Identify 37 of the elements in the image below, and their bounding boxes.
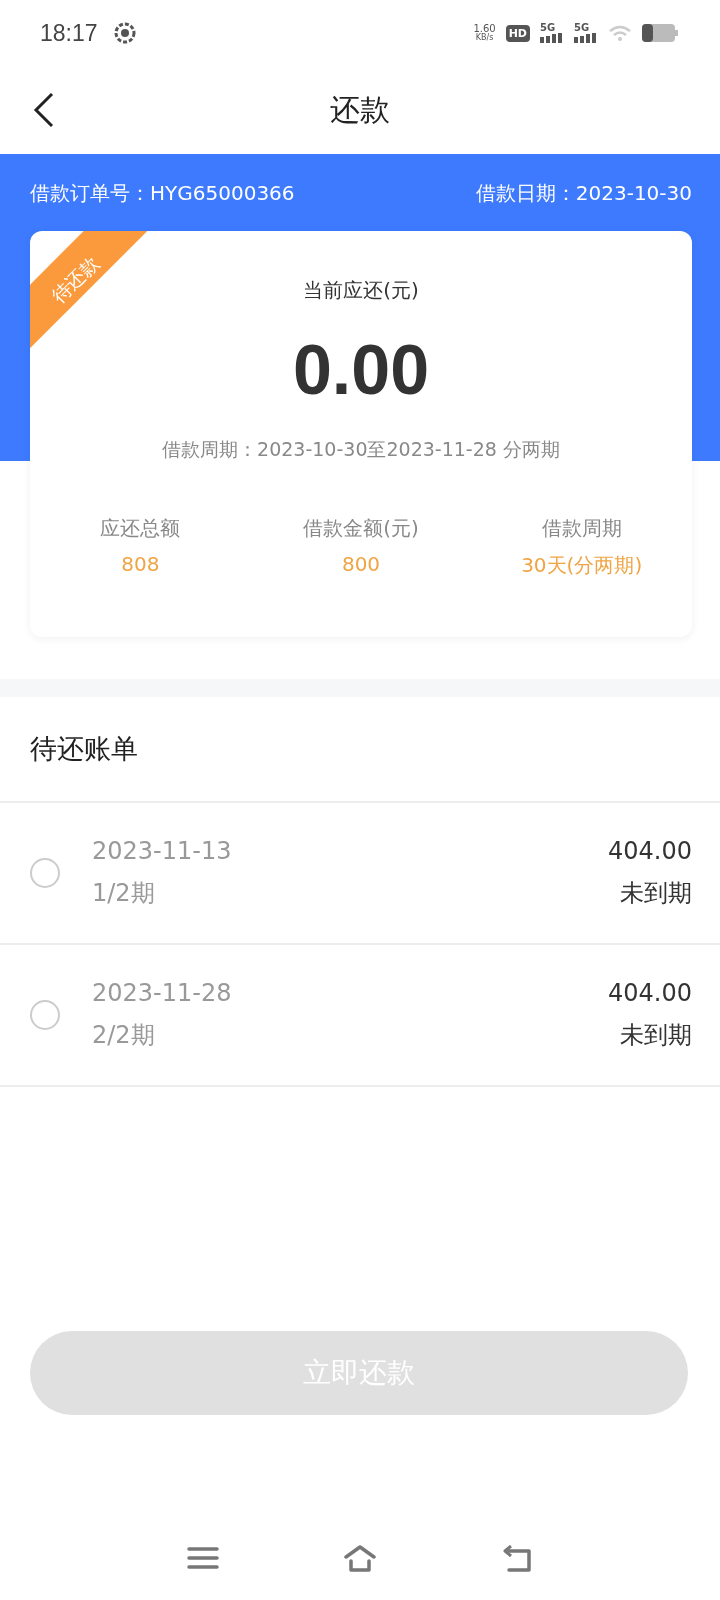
network-type: 5G	[574, 23, 590, 33]
bill-term: 2/2期	[92, 1020, 156, 1051]
bill-date: 2023-11-28	[92, 979, 233, 1007]
bill-amount: 404.00	[608, 979, 692, 1007]
bill-date: 2023-11-13	[92, 837, 233, 865]
battery-icon	[642, 24, 678, 42]
order-number: 借款订单号：HYG65000366	[30, 179, 295, 207]
section-title: 待还账单	[0, 697, 720, 803]
wifi-icon	[608, 24, 632, 42]
home-icon[interactable]	[344, 1545, 376, 1572]
bill-amount: 404.00	[608, 837, 692, 865]
radio-button[interactable]	[30, 858, 60, 888]
network-type: 5G	[540, 23, 556, 33]
loan-period: 借款周期：2023-10-30至2023-11-28 分两期	[162, 437, 560, 462]
network-speed-unit: KB/s	[475, 34, 494, 42]
stat-label: 借款周期	[541, 515, 622, 542]
bill-term: 1/2期	[92, 878, 156, 909]
radio-button[interactable]	[30, 1000, 60, 1030]
stat-label: 借款金额(元)	[303, 515, 419, 542]
stat-value: 30天(分两期)	[521, 552, 643, 579]
page-title: 还款	[330, 90, 390, 129]
bill-status: 未到期	[620, 878, 692, 909]
back-icon[interactable]	[32, 92, 56, 128]
app-notification-icon	[113, 22, 136, 44]
signal-icon	[540, 33, 564, 43]
stat-label: 应还总额	[100, 515, 181, 542]
network-speed: 1.60	[473, 24, 496, 34]
hd-badge: HD	[505, 24, 530, 42]
amount-label: 当前应还(元)	[303, 277, 419, 304]
stat-value: 808	[121, 552, 160, 576]
status-time: 18:17	[40, 19, 98, 47]
amount-value: 0.00	[292, 332, 430, 409]
loan-date: 借款日期：2023-10-30	[475, 179, 692, 207]
menu-icon[interactable]	[187, 1545, 219, 1572]
stat-value: 800	[341, 552, 381, 576]
signal-icon	[574, 33, 598, 43]
bill-status: 未到期	[620, 1020, 692, 1051]
